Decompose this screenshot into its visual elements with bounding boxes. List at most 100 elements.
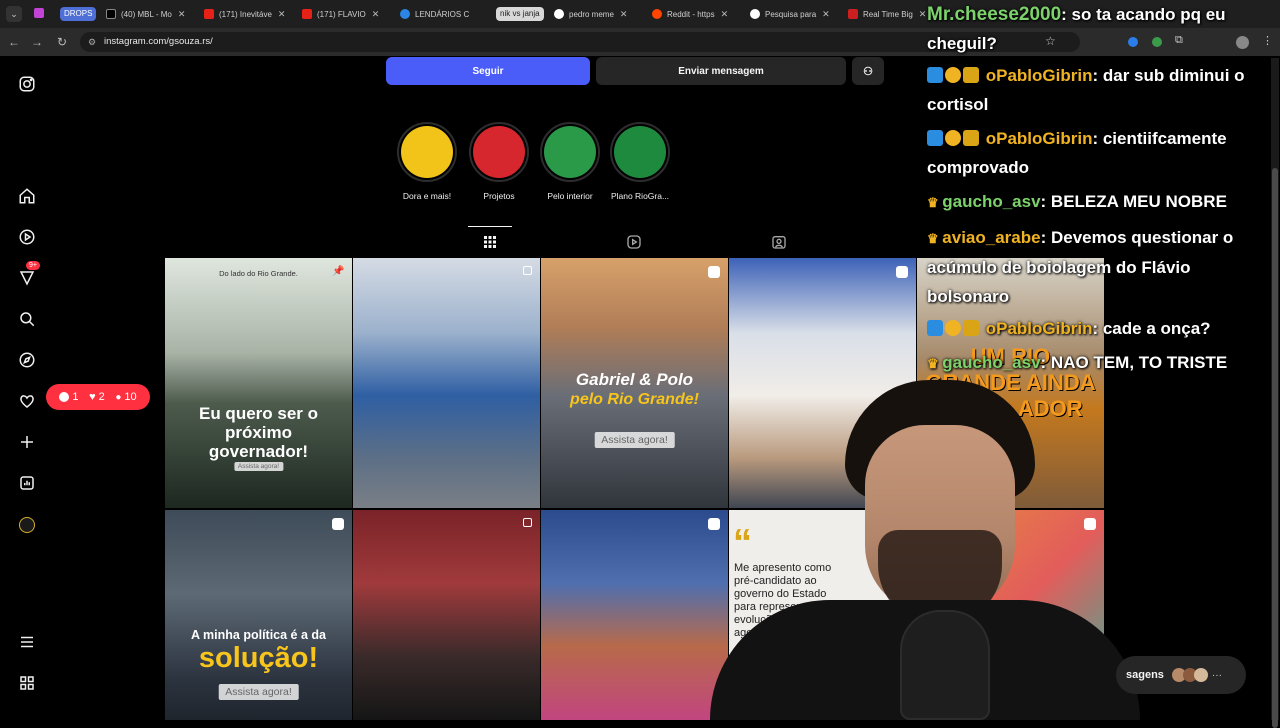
sub-badge-icon <box>945 67 961 83</box>
tab-reddit[interactable]: Reddit - https ✕ <box>652 4 744 24</box>
follow-button[interactable]: Seguir <box>386 57 590 85</box>
post-2[interactable] <box>353 258 540 508</box>
tab-mbl[interactable]: (40) MBL - Mo ✕ <box>106 4 192 24</box>
sub-badge-icon <box>945 130 961 146</box>
grid-icon <box>484 236 496 248</box>
comment-icon <box>59 392 70 402</box>
likes-value: 2 <box>98 391 105 403</box>
forward-icon[interactable]: → <box>28 33 46 51</box>
crown-badge-icon <box>963 320 979 336</box>
tab-search-icon[interactable]: ⌄ <box>6 6 22 22</box>
site-info-icon[interactable]: ⚙ <box>88 32 96 52</box>
heart-icon[interactable] <box>16 390 38 412</box>
close-icon[interactable]: ✕ <box>620 9 628 20</box>
tab-label: (171) Inevitáve <box>219 9 272 19</box>
highlight-pelo-interior[interactable]: Pelo interior <box>540 122 600 201</box>
chat-username: oPabloGibrin <box>985 319 1093 338</box>
close-icon[interactable]: ✕ <box>178 9 186 20</box>
avatar <box>19 517 35 533</box>
url-text: instagram.com/gsouza.rs/ <box>104 36 213 47</box>
chat-message: oPabloGibrin: cade a onça? <box>927 314 1267 343</box>
close-icon[interactable]: ✕ <box>721 9 729 20</box>
add-person-button[interactable]: ⚇ <box>852 57 884 85</box>
compass-icon[interactable] <box>16 349 38 371</box>
search-icon[interactable] <box>16 308 38 330</box>
reload-icon[interactable]: ↻ <box>53 33 71 51</box>
scrollbar-thumb[interactable] <box>1272 168 1278 728</box>
home-icon[interactable] <box>16 185 38 207</box>
post-1[interactable]: 📌 Do lado do Rio Grande. Eu quero ser o … <box>165 258 352 508</box>
avatar <box>1193 668 1208 682</box>
heart-icon: ♥ <box>89 391 96 403</box>
profile-avatar[interactable] <box>16 514 38 536</box>
close-icon[interactable]: ✕ <box>372 9 380 20</box>
tagged-icon <box>772 236 786 249</box>
chat-text: : cade a onça? <box>1092 319 1211 338</box>
x-icon <box>106 9 116 19</box>
crown-badge-icon <box>963 130 979 146</box>
page-scrollbar[interactable] <box>1271 58 1279 728</box>
calendar-icon <box>544 126 596 178</box>
tab-label: (40) MBL - Mo <box>121 9 172 19</box>
youtube-icon <box>302 9 312 19</box>
explore-filter-icon[interactable]: 9+ <box>16 261 40 289</box>
like-count: ♥ 2 <box>89 391 105 403</box>
notification-badge: 9+ <box>26 261 40 270</box>
tab-youtube-1[interactable]: (171) Inevitáve ✕ <box>204 4 290 24</box>
reel-icon <box>332 518 344 530</box>
highlight-ring <box>540 122 600 182</box>
apps-icon[interactable] <box>16 672 38 694</box>
more-menu-icon[interactable] <box>16 631 38 653</box>
post-3[interactable]: Gabriel & Polo pelo Rio Grande! Assista … <box>541 258 728 508</box>
send-message-button[interactable]: Enviar mensagem <box>596 57 846 85</box>
chat-message: Mr.cheese2000: so ta acando pq eu chegui… <box>927 0 1267 58</box>
messages-button[interactable]: sagens ··· <box>1116 656 1246 694</box>
tab-lendarios[interactable]: LENDÁRIOS C <box>400 4 490 24</box>
instagram-logo-icon[interactable] <box>16 73 38 95</box>
dashboard-icon[interactable] <box>16 472 38 494</box>
post-7[interactable] <box>353 510 540 720</box>
follower-count: ● 10 <box>115 391 136 403</box>
tab-group-nik-vs-janja[interactable]: nik vs janja <box>496 7 544 21</box>
tab-reels[interactable] <box>626 234 642 255</box>
tab-pesquisa[interactable]: Pesquisa para ✕ <box>750 4 842 24</box>
post-headline: A minha política é a da <box>191 628 326 642</box>
tab-youtube-2[interactable]: (171) FLAVIO ✕ <box>302 4 388 24</box>
reel-icon <box>708 266 720 278</box>
activity-notification-pill[interactable]: 1 ♥ 2 ● 10 <box>46 384 150 410</box>
microphone <box>900 610 990 720</box>
post-8[interactable] <box>541 510 728 720</box>
highlight-projetos[interactable]: Projetos <box>469 122 529 201</box>
sub-badge-icon <box>945 320 961 336</box>
reels-icon[interactable] <box>16 226 38 248</box>
reel-icon <box>896 266 908 278</box>
reels-icon <box>627 235 641 249</box>
prime-badge-icon <box>927 130 943 146</box>
post-6[interactable]: A minha política é a da solução! Assista… <box>165 510 352 720</box>
tab-tagged[interactable] <box>771 234 787 255</box>
close-icon[interactable]: ✕ <box>919 9 927 20</box>
highlight-label: Pelo interior <box>547 191 593 201</box>
close-icon[interactable]: ✕ <box>822 9 830 20</box>
extension-icon[interactable] <box>34 8 44 18</box>
close-icon[interactable]: ✕ <box>278 9 286 20</box>
tab-label: LENDÁRIOS C <box>415 9 470 19</box>
tab-group-drops[interactable]: DROPS <box>60 7 97 21</box>
highlight-plano[interactable]: Plano RioGra... <box>610 122 670 201</box>
tab-pedro-meme[interactable]: pedro meme ✕ <box>554 4 646 24</box>
tab-real-time[interactable]: Real Time Big ✕ <box>848 4 932 24</box>
highlight-dora[interactable]: Dora e mais! <box>397 122 457 201</box>
chat-message: ♛ gaucho_asv: NAO TEM, TO TRISTE <box>927 348 1267 378</box>
highlight-label: Plano RioGra... <box>610 191 670 201</box>
tab-label: Reddit - https <box>667 9 715 19</box>
tab-posts[interactable] <box>468 226 512 258</box>
chat-message: ♛ gaucho_asv: BELEZA MEU NOBRE <box>927 187 1267 217</box>
chat-username: gaucho_asv <box>942 353 1041 372</box>
create-plus-icon[interactable] <box>16 431 38 453</box>
post-top-caption: Do lado do Rio Grande. <box>219 269 298 278</box>
prime-badge-icon <box>927 320 943 336</box>
webcam-overlay <box>710 380 1140 720</box>
chart-icon <box>473 126 525 178</box>
tab-label: (171) FLAVIO <box>317 9 366 19</box>
back-icon[interactable]: ← <box>5 33 23 51</box>
